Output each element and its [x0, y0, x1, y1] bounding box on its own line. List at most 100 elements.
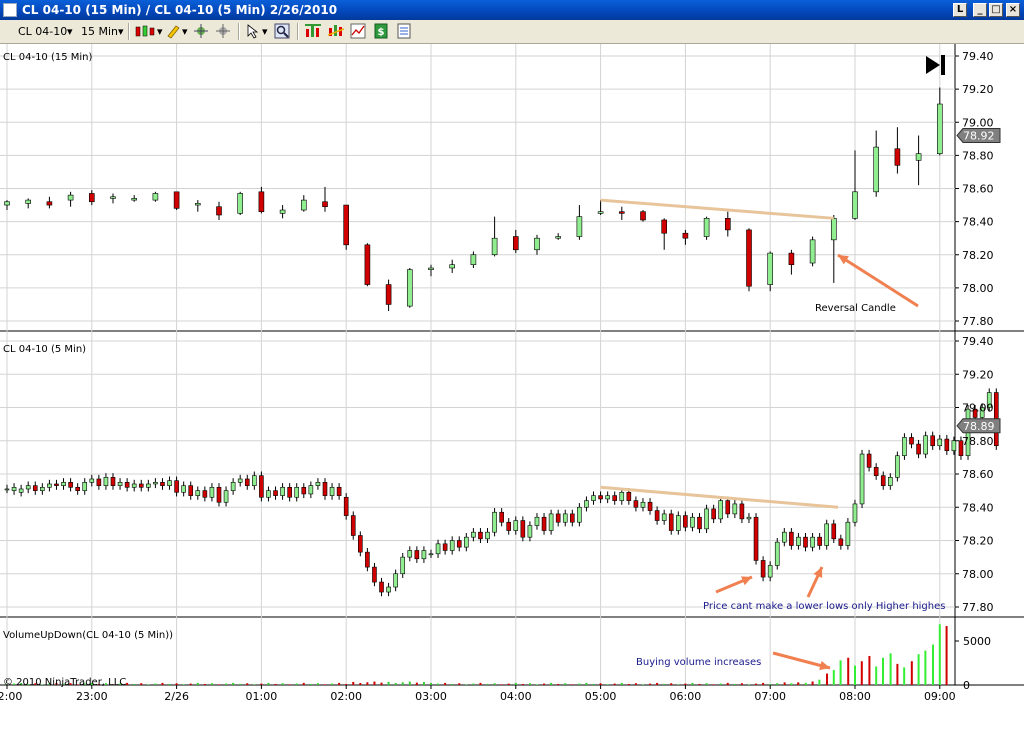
candle-down: [216, 206, 222, 216]
candle-down: [930, 435, 935, 447]
candle-up: [555, 236, 562, 239]
candle-up: [562, 513, 568, 523]
candle-up: [703, 218, 710, 237]
candle-up: [852, 191, 858, 219]
candle-down: [506, 521, 512, 531]
time-axis-label: 08:00: [839, 690, 871, 703]
minimize-button[interactable]: _: [973, 3, 987, 17]
candle-up: [252, 475, 257, 486]
candle-down: [654, 510, 660, 521]
close-button[interactable]: ×: [1006, 3, 1020, 17]
zoom-icon[interactable]: [274, 23, 290, 39]
candle-up: [393, 573, 398, 588]
pointer-icon[interactable]: [245, 23, 261, 39]
candle-up: [266, 490, 271, 498]
candle-down: [96, 478, 102, 486]
toolbar-separator: [128, 23, 130, 40]
candle-down: [110, 477, 116, 486]
pencil-draw-icon[interactable]: [165, 23, 181, 39]
pointer-dropdown-icon[interactable]: ▾: [262, 25, 268, 38]
candle-up: [195, 490, 201, 496]
p15-tick-label: 77.80: [962, 315, 994, 328]
bar-chart-icon[interactable]: [305, 23, 321, 39]
candlestick-icon[interactable]: [134, 23, 156, 39]
instrument-dropdown-icon[interactable]: ▾: [67, 25, 73, 38]
candle-down: [541, 516, 547, 531]
candle-down: [174, 480, 179, 493]
candle-down: [385, 284, 392, 305]
candle-up: [690, 516, 695, 528]
candle-up: [887, 477, 893, 486]
candle-down: [647, 501, 653, 511]
interval-dropdown-icon[interactable]: ▾: [118, 25, 124, 38]
data-series-icon[interactable]: [350, 23, 366, 39]
candle-down: [724, 218, 731, 231]
p15-last-price: 78.92: [963, 130, 995, 143]
candle-up: [796, 536, 801, 546]
candle-down: [760, 560, 766, 578]
candle-down: [831, 523, 837, 540]
link-button[interactable]: L: [953, 3, 967, 17]
candle-up: [152, 193, 159, 201]
candle-up: [718, 500, 724, 520]
time-axis-label: 01:00: [246, 690, 278, 703]
candle-up: [280, 486, 285, 496]
candle-up: [103, 477, 109, 486]
candle-up: [951, 440, 957, 452]
candle-up: [67, 194, 74, 201]
p5-panel-label: CL 04-10 (5 Min): [3, 344, 86, 355]
crosshair-global-icon[interactable]: [215, 23, 231, 39]
interval-selector[interactable]: 15 Min: [81, 25, 118, 38]
candle-up: [279, 209, 286, 214]
toolbar-separator: [297, 23, 299, 40]
time-axis-label: 2:00: [0, 690, 22, 703]
candle-down: [216, 486, 222, 503]
candle-down: [372, 566, 377, 583]
candle-down: [697, 516, 702, 530]
candle-up: [25, 199, 32, 204]
candle-down: [322, 482, 328, 496]
strategy-icon[interactable]: $: [373, 23, 389, 39]
candle-down: [32, 485, 38, 491]
candle-down: [75, 486, 80, 491]
candle-up: [577, 506, 582, 523]
chart-style-dropdown-icon[interactable]: ▾: [157, 25, 163, 38]
candle-down: [683, 515, 688, 528]
candle-up: [146, 483, 151, 488]
candle-down: [46, 201, 53, 206]
candle-down: [68, 482, 73, 488]
candle-down: [160, 482, 165, 486]
candle-up: [131, 483, 137, 488]
candle-up: [153, 482, 158, 485]
candle-up: [859, 453, 865, 505]
candle-down: [343, 204, 350, 246]
toolbar-separator: [238, 23, 240, 40]
candle-down: [89, 193, 95, 203]
candle-down: [817, 536, 822, 546]
draw-dropdown-icon[interactable]: ▾: [182, 25, 188, 38]
properties-icon[interactable]: [396, 23, 412, 39]
instrument-selector[interactable]: CL 04-10: [18, 25, 67, 38]
scroll-to-end-bar: [941, 55, 945, 75]
indicator-icon[interactable]: [328, 23, 344, 39]
buying-volume-label: Buying volume increases: [636, 657, 761, 668]
maximize-button[interactable]: □: [989, 3, 1003, 17]
candle-down: [838, 538, 844, 546]
p15-tick-label: 78.80: [962, 149, 994, 162]
crosshair-icon[interactable]: [193, 23, 209, 39]
candle-up: [294, 486, 300, 498]
p15-tick-label: 78.00: [962, 282, 994, 295]
copyright-text: © 2010 NinjaTrader, LLC: [3, 677, 126, 688]
p15-tick-label: 79.20: [962, 83, 994, 96]
p5-tick-label: 78.00: [962, 568, 994, 581]
p5-tick-label: 77.80: [962, 601, 994, 614]
time-axis-label: 03:00: [415, 690, 447, 703]
chart-canvas[interactable]: 2:00 23:00 2/26 01:00 02:00 03:00 04:00 05:00 06…: [0, 44, 1024, 738]
candle-down: [880, 475, 886, 486]
candle-down: [287, 486, 292, 498]
candle-down: [803, 536, 808, 548]
candle-down: [350, 515, 356, 536]
candle-up: [4, 488, 10, 491]
candle-up: [209, 486, 215, 498]
lower-lows-label: Price cant make a lower lows only Higher…: [703, 601, 945, 612]
